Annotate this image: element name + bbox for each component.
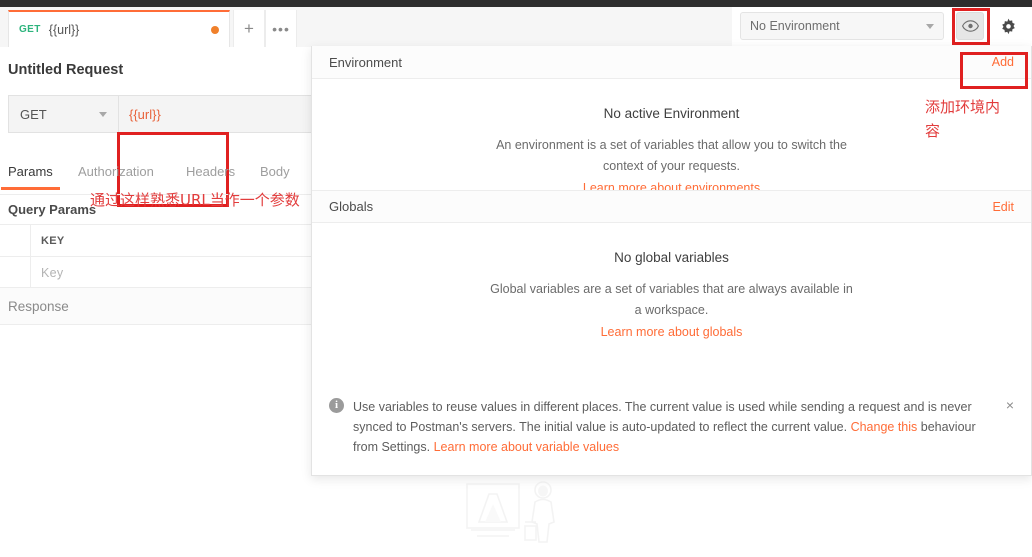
annotation-add-environment: 添加环境内 容 [925,98,1001,140]
environment-bar: No Environment [732,7,1032,47]
tab-params[interactable]: Params [1,164,60,190]
environment-empty-title: No active Environment [603,106,740,121]
learn-more-globals-link[interactable]: Learn more about globals [312,325,1031,339]
add-environment-link[interactable]: Add [992,55,1014,69]
request-tab-bar: GET {{url}} + ••• [0,7,732,48]
tab-body[interactable]: Body [260,164,290,179]
globals-empty-state: No global variables Global variables are… [312,223,1031,339]
close-icon[interactable]: × [1006,397,1014,413]
chevron-down-icon [99,111,107,117]
request-tab-method: GET [19,24,41,35]
environment-quick-look-button[interactable] [956,12,984,40]
app-title-bar [0,0,1032,7]
response-label: Response [8,298,69,314]
globals-header: Globals Edit [312,190,1031,223]
unsaved-changes-dot-icon [211,25,219,34]
tab-authorization[interactable]: Authorization [78,164,154,179]
info-icon: i [329,398,344,413]
change-this-link[interactable]: Change this [851,420,918,434]
learn-more-variable-values-link[interactable]: Learn more about variable values [434,440,620,454]
environment-selector[interactable]: No Environment [740,12,944,40]
environment-panel-header: Environment Add [312,46,1031,79]
environment-panel-title: Environment [329,54,402,70]
environment-empty-description: An environment is a set of variables tha… [496,138,847,173]
settings-button[interactable] [994,12,1022,40]
environment-empty-state: No active Environment An environment is … [312,79,1031,195]
http-method-label: GET [20,106,47,122]
tab-headers[interactable]: Headers [186,164,235,179]
eye-icon [961,20,979,32]
variables-info-banner: i Use variables to reuse values in diffe… [312,383,1031,475]
globals-title: Globals [329,199,374,214]
variables-info-text: Use variables to reuse values in differe… [353,397,994,457]
environment-selected-label: No Environment [750,19,840,33]
request-title: Untitled Request [8,62,124,78]
gear-icon [1001,18,1015,34]
row-checkbox-cell[interactable] [0,257,31,288]
globals-empty-title: No global variables [614,250,729,265]
request-tab-active[interactable]: GET {{url}} [8,10,230,47]
annotation-url-parameter: 通过这样熟悉URL当作一个参数 [90,191,300,209]
environment-quick-look-panel: Environment Add No active Environment An… [311,46,1032,476]
select-all-checkbox-cell [0,225,31,256]
query-params-title: Query Params [8,202,97,217]
new-tab-button[interactable]: + [233,10,265,47]
tab-options-button[interactable]: ••• [265,10,297,47]
chevron-down-icon [926,23,934,29]
globals-empty-description: Global variables are a set of variables … [490,282,853,317]
edit-globals-link[interactable]: Edit [992,200,1014,214]
http-method-select[interactable]: GET [9,96,119,132]
request-tab-name: {{url}} [48,22,80,37]
globals-section: Globals Edit No global variables Global … [312,190,1031,339]
